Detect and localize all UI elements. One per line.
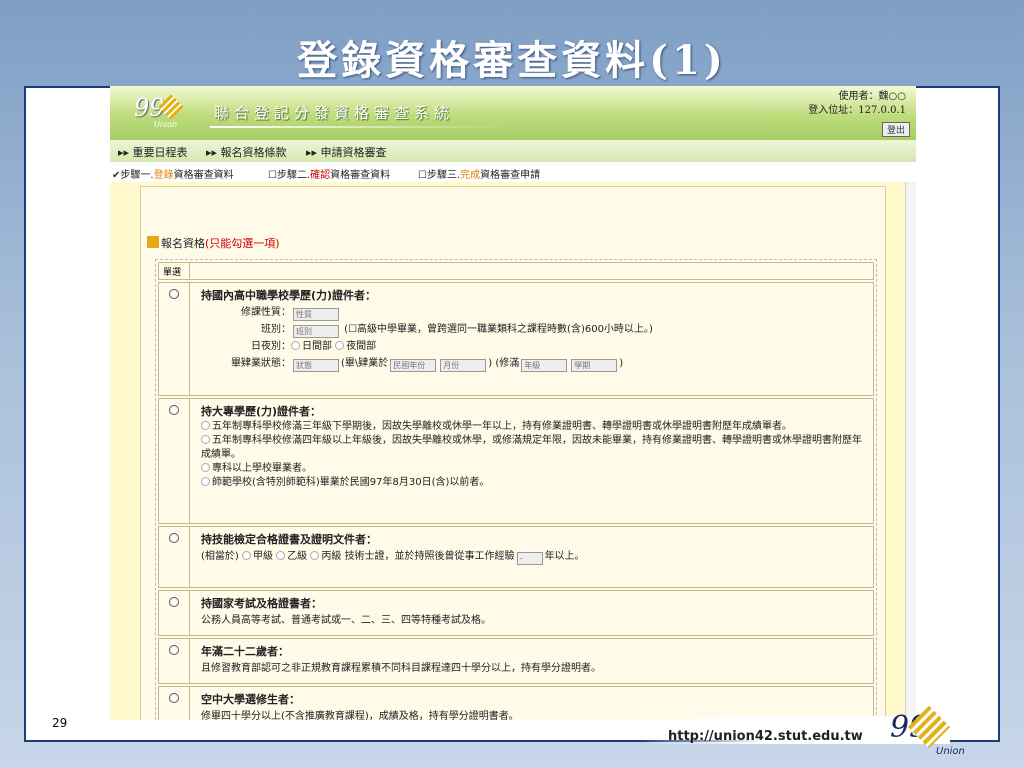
ip-label: 登入位址： [808, 105, 859, 116]
qualification-table: 單選 持國內高中職學校學歷(力)證件者： 修課性質： 性質 班別： 班別 (☐高級中… [155, 259, 877, 720]
form-panel: 報名資格(只能勾選一項) 單選 持國內高中職學校學歷(力)證件者： 修課性質：性… [140, 186, 886, 720]
step-2: ☐步驟二.確認資格審查資料 [268, 170, 391, 181]
table-row: 空中大學選修生者： 修畢四十學分以上(不含推廣教育課程)，成績及格，持有學分證明… [158, 686, 874, 720]
menu-item-schedule[interactable]: ▸▸ 重要日程表 [118, 144, 188, 160]
footer-logo: 99 Union [890, 705, 970, 762]
years-select[interactable]: - [516, 552, 543, 565]
screenshot: 99 Union 聯合登記分發資格審查系統 使用者：魏○○ 登入位址：127.0… [110, 86, 916, 720]
row-radio[interactable] [169, 597, 179, 607]
class-type-select[interactable]: 班別 [293, 325, 339, 338]
table-header: 單選 [158, 262, 874, 280]
course-type-select[interactable]: 性質 [293, 308, 339, 321]
page-number: 29 [52, 716, 68, 730]
row-title: 年滿二十二歲者： [201, 645, 289, 658]
row-title: 空中大學選修生者： [201, 693, 300, 706]
option-radio[interactable] [201, 463, 210, 472]
step-1: ✔步驟一.登錄資格審查資料 [112, 170, 234, 181]
table-row: 年滿二十二歲者： 且修習教育部認可之非正規教育課程累積不同科目課程達四十學分以上… [158, 638, 874, 684]
grade-select[interactable]: 年級 [521, 359, 568, 372]
footer-logo-text: Union [936, 746, 965, 757]
row-title: 持國家考試及格證書者： [201, 597, 322, 610]
row-title: 持國內高中職學校學歷(力)證件者： [201, 289, 377, 302]
row-radio[interactable] [169, 645, 179, 655]
status-select[interactable]: 狀態 [293, 359, 339, 372]
level-a-radio[interactable] [242, 551, 251, 560]
step-3: ☐步驟三.完成資格審查申請 [418, 170, 541, 181]
table-row: 持大專學歷(力)證件者： 五年制專科學校修滿三年級下學期後，因故失學離校或休學一… [158, 398, 874, 524]
footer-url[interactable]: http://union42.stut.edu.tw [668, 729, 863, 744]
row-radio[interactable] [169, 405, 179, 415]
logout-button[interactable]: 登出 [881, 122, 910, 137]
option-radio[interactable] [201, 421, 210, 430]
slide-title: 登錄資格審查資料(1) [297, 37, 727, 84]
option-radio[interactable] [201, 477, 210, 486]
day-radio[interactable] [291, 341, 300, 350]
user-info: 使用者：魏○○ 登入位址：127.0.0.1 [808, 90, 906, 118]
banner-divider [210, 126, 510, 128]
row-text: 公務人員高等考試、普通考試或一、二、三、四等特種考試及格。 [201, 615, 491, 626]
level-b-radio[interactable] [276, 551, 286, 560]
app-banner: 99 Union 聯合登記分發資格審查系統 使用者：魏○○ 登入位址：127.0… [110, 86, 916, 140]
table-row: 持技能檢定合格證書及證明文件者： (相當於) 甲級 乙級 丙級 技術士證，並於持… [158, 526, 874, 588]
row-radio[interactable] [169, 533, 179, 543]
user-label: 使用者：魏○○ [838, 91, 906, 102]
row-title: 持技能檢定合格證書及證明文件者： [201, 533, 377, 546]
table-row: 持國內高中職學校學歷(力)證件者： 修課性質： 性質 班別： 班別 (☐高級中學畢業… [158, 282, 874, 396]
scrollbar[interactable] [905, 182, 916, 720]
night-radio[interactable] [335, 341, 345, 350]
row-text: 且修習教育部認可之非正規教育課程累積不同科目課程達四十學分以上，持有學分證明者。 [201, 663, 601, 674]
menu-bar: ▸▸ 重要日程表 ▸▸ 報名資格條款 ▸▸ 申請資格審查 [110, 140, 916, 162]
arrow-icon [147, 236, 159, 248]
year-select[interactable]: 民國年份 [390, 359, 437, 372]
term-select[interactable]: 學期 [571, 359, 618, 372]
option-radio[interactable] [201, 435, 210, 444]
system-title: 聯合登記分發資格審查系統 [214, 104, 455, 122]
month-select[interactable]: 月份 [440, 359, 487, 372]
app-logo-text: Union [154, 120, 178, 129]
col-select-header: 單選 [163, 268, 182, 278]
section-title: 報名資格(只能勾選一項) [147, 235, 280, 251]
ip-value: 127.0.0.1 [858, 105, 906, 116]
menu-item-apply[interactable]: ▸▸ 申請資格審查 [306, 144, 387, 160]
step-indicator: ✔步驟一.登錄資格審查資料 ☐步驟二.確認資格審查資料 ☐步驟三.完成資格審查申… [110, 162, 916, 182]
row-radio[interactable] [169, 693, 179, 703]
row-radio[interactable] [169, 289, 179, 299]
level-c-radio[interactable] [310, 551, 320, 560]
menu-item-terms[interactable]: ▸▸ 報名資格條款 [206, 144, 287, 160]
table-row: 持國家考試及格證書者： 公務人員高等考試、普通考試或一、二、三、四等特種考試及格… [158, 590, 874, 636]
row-title: 持大專學歷(力)證件者： [201, 405, 322, 418]
